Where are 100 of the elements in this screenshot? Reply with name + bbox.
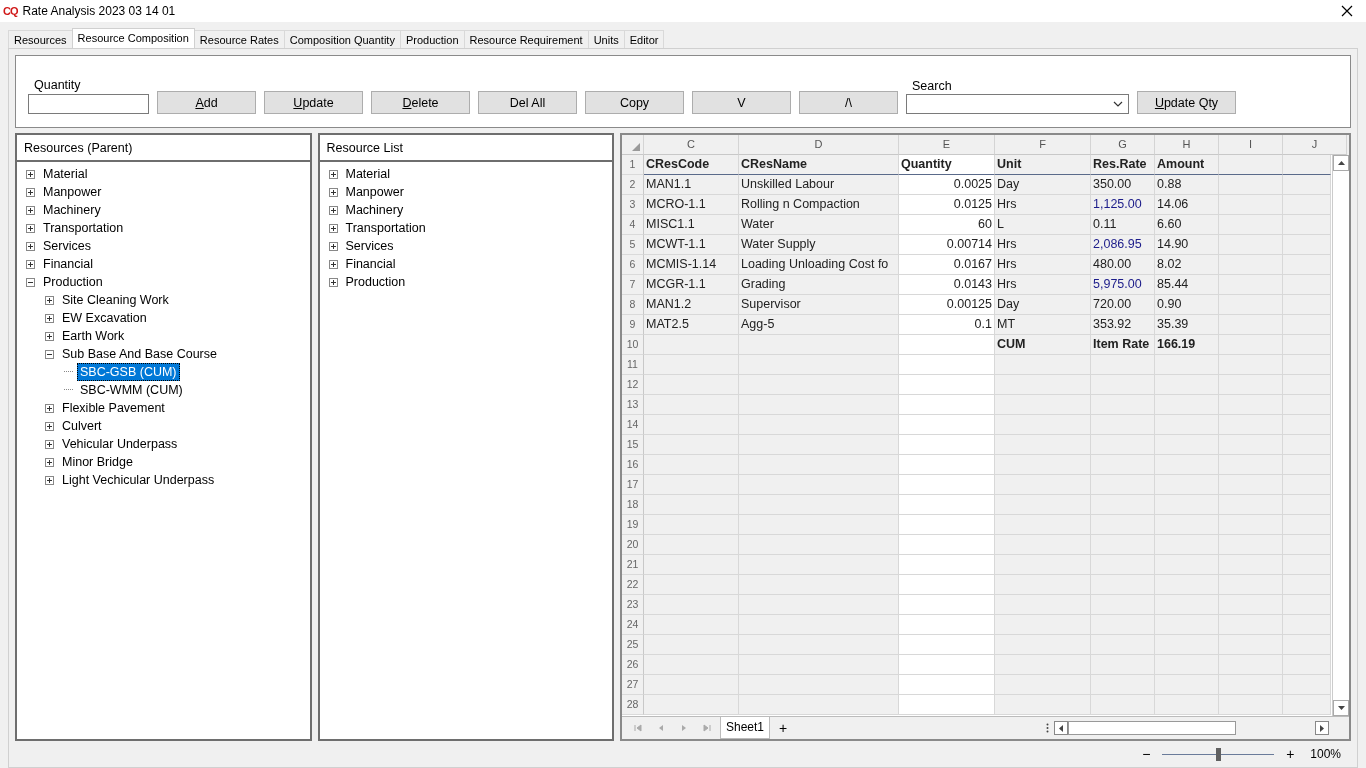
zoom-in-button[interactable]: + — [1284, 746, 1297, 762]
table-cell: 0.00714 — [899, 235, 995, 255]
tree-item[interactable]: Machinery — [40, 201, 104, 219]
toolbar-button[interactable]: Del All — [478, 91, 577, 114]
table-cell — [1155, 575, 1219, 595]
table-cell — [1155, 355, 1219, 375]
toolbar-button[interactable]: Update — [264, 91, 363, 114]
row-number: 11 — [622, 355, 644, 375]
table-cell — [1219, 455, 1283, 475]
tree-item[interactable]: Flexible Pavement — [59, 399, 168, 417]
table-cell — [1219, 215, 1283, 235]
triangle-left-icon — [1059, 724, 1063, 732]
scroll-thumb[interactable] — [1068, 721, 1236, 735]
table-cell — [1091, 375, 1155, 395]
table-cell — [1091, 615, 1155, 635]
table-cell: Water Supply — [739, 235, 899, 255]
tree-item[interactable]: Machinery — [342, 201, 407, 219]
table-cell: 0.1 — [899, 315, 995, 335]
table-cell — [1219, 535, 1283, 555]
row-number: 26 — [622, 655, 644, 675]
toolbar-button[interactable]: Add — [157, 91, 256, 114]
scroll-left-button[interactable] — [1054, 721, 1068, 735]
last-sheet-icon — [702, 724, 711, 732]
table-cell: MISC1.1 — [644, 215, 739, 235]
update-qty-button[interactable]: Update Qty — [1137, 91, 1236, 114]
tab[interactable]: Resource Composition — [71, 28, 195, 48]
tree-item[interactable]: Material — [342, 165, 393, 183]
tree-item[interactable]: Manpower — [342, 183, 407, 201]
table-cell — [1091, 355, 1155, 375]
triangle-down-icon — [1337, 706, 1345, 710]
table-cell: MCMIS-1.14 — [644, 255, 739, 275]
row-number: 24 — [622, 615, 644, 635]
table-cell: Hrs — [995, 235, 1091, 255]
tree-item[interactable]: SBC-GSB (CUM) — [77, 363, 180, 381]
table-cell — [1219, 195, 1283, 215]
tree-item[interactable]: Transportation — [342, 219, 429, 237]
table-cell — [1091, 555, 1155, 575]
tree-item[interactable]: Transportation — [40, 219, 127, 237]
table-cell: CUM — [995, 335, 1091, 355]
tab[interactable]: Resource Requirement — [463, 30, 589, 48]
tree-item[interactable]: Financial — [342, 255, 399, 273]
table-cell — [1155, 495, 1219, 515]
tree-item[interactable]: Financial — [40, 255, 97, 273]
tree-item[interactable]: Earth Work — [59, 327, 128, 345]
tree-item[interactable]: Material — [40, 165, 91, 183]
toolbar-button[interactable]: /\ — [799, 91, 898, 114]
table-cell: 720.00 — [1091, 295, 1155, 315]
tab[interactable]: Editor — [623, 30, 665, 48]
tree-item[interactable]: Culvert — [59, 417, 105, 435]
add-sheet-button[interactable]: + — [776, 720, 791, 736]
table-cell — [1219, 635, 1283, 655]
first-sheet-icon — [633, 724, 642, 732]
table-cell: 60 — [899, 215, 995, 235]
row-number: 4 — [622, 215, 644, 235]
zoom-out-button[interactable]: − — [1140, 746, 1153, 762]
search-dropdown[interactable] — [906, 94, 1129, 114]
row-number: 17 — [622, 475, 644, 495]
tree-item[interactable]: Manpower — [40, 183, 105, 201]
table-cell: MCRO-1.1 — [644, 195, 739, 215]
table-cell — [1155, 455, 1219, 475]
table-cell: Day — [995, 175, 1091, 195]
table-cell: MCWT-1.1 — [644, 235, 739, 255]
table-cell — [1219, 255, 1283, 275]
sheet-tab[interactable]: Sheet1 — [720, 717, 771, 739]
table-cell: 0.0025 — [899, 175, 995, 195]
toolbar-button[interactable]: Delete — [371, 91, 470, 114]
table-cell: MAN1.2 — [644, 295, 739, 315]
table-cell — [1219, 355, 1283, 375]
tab[interactable]: Resources — [8, 30, 73, 48]
table-cell: Agg-5 — [739, 315, 899, 335]
table-cell — [1219, 235, 1283, 255]
toolbar-button[interactable]: Copy — [585, 91, 684, 114]
tree-item[interactable]: SBC-WMM (CUM) — [77, 381, 186, 399]
tree-item[interactable]: Services — [342, 237, 397, 255]
chevron-down-icon — [1113, 101, 1123, 107]
table-cell — [1219, 615, 1283, 635]
tree-item[interactable]: Production — [342, 273, 409, 291]
table-cell — [1091, 535, 1155, 555]
row-number: 21 — [622, 555, 644, 575]
quantity-field[interactable] — [28, 94, 149, 114]
row-number: 28 — [622, 695, 644, 715]
table-cell — [1219, 435, 1283, 455]
scroll-up-button[interactable] — [1333, 155, 1349, 171]
row-number: 27 — [622, 675, 644, 695]
scroll-right-button[interactable] — [1315, 721, 1329, 735]
tree-item[interactable]: Vehicular Underpass — [59, 435, 181, 453]
tree-item[interactable]: Services — [40, 237, 94, 255]
tree-item[interactable]: EW Excavation — [59, 309, 150, 327]
table-cell: Amount — [1155, 155, 1219, 175]
row-number: 3 — [622, 195, 644, 215]
scroll-down-button[interactable] — [1333, 700, 1349, 716]
tree-item[interactable]: Site Cleaning Work — [59, 291, 172, 309]
tree-item[interactable]: Light Vechicular Underpass — [59, 471, 218, 489]
table-cell: 353.92 — [1091, 315, 1155, 335]
toolbar-button[interactable]: V — [692, 91, 791, 114]
tree-item[interactable]: Sub Base And Base Course — [59, 345, 220, 363]
tab[interactable]: Composition Quantity — [283, 30, 401, 48]
tree-item[interactable]: Production — [40, 273, 106, 291]
row-number: 18 — [622, 495, 644, 515]
tree-item[interactable]: Minor Bridge — [59, 453, 136, 471]
